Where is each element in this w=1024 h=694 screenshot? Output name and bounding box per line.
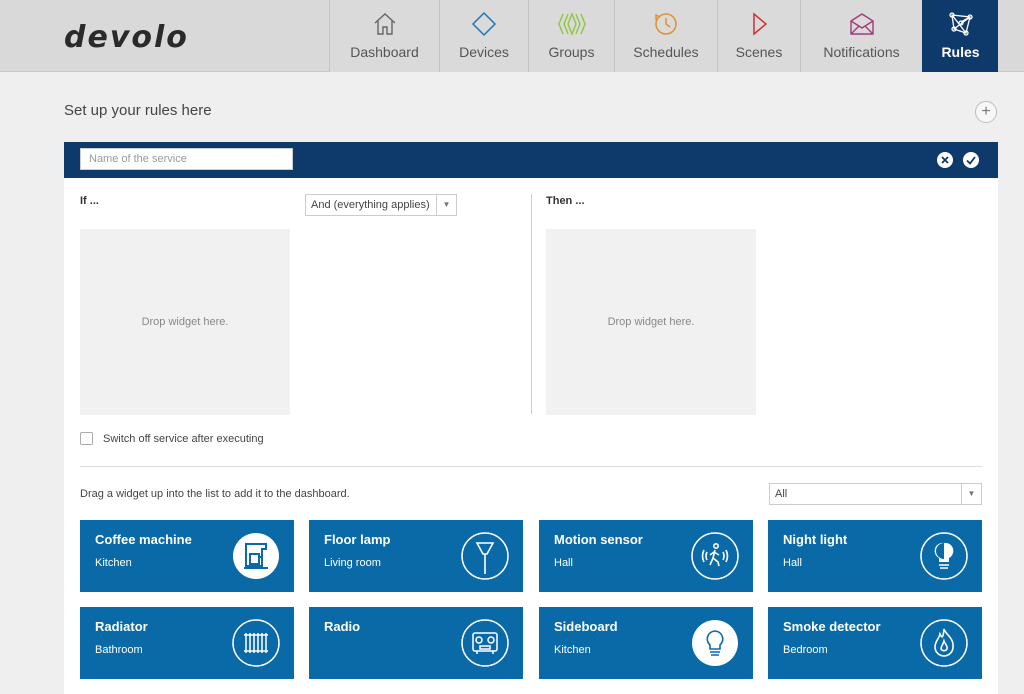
chevron-down-icon: ▼ bbox=[436, 195, 456, 215]
widget-name: Floor lamp bbox=[324, 532, 391, 547]
coffee-machine-icon bbox=[233, 533, 279, 579]
logic-operator-select[interactable]: And (everything applies) ▼ bbox=[305, 194, 457, 216]
rule-editor-panel: If ... And (everything applies) ▼ Drop w… bbox=[64, 142, 998, 694]
confirm-button[interactable] bbox=[963, 152, 979, 168]
page-title: Set up your rules here bbox=[64, 102, 212, 119]
widget-sideboard[interactable]: Sideboard Kitchen bbox=[539, 607, 753, 679]
widget-radio[interactable]: Radio bbox=[309, 607, 523, 679]
widget-motion-sensor[interactable]: Motion sensor Hall bbox=[539, 520, 753, 592]
tab-scenes[interactable]: Scenes bbox=[717, 0, 800, 72]
widget-radiator[interactable]: Radiator Bathroom bbox=[80, 607, 294, 679]
network-icon bbox=[947, 10, 975, 38]
radiator-icon bbox=[232, 619, 280, 667]
tab-label: Devices bbox=[459, 44, 509, 60]
widget-floor-lamp[interactable]: Floor lamp Living room bbox=[309, 520, 523, 592]
lightbulb-icon bbox=[692, 620, 738, 666]
widget-room: Hall bbox=[554, 557, 573, 569]
tab-label: Scenes bbox=[735, 44, 783, 60]
widget-name: Radiator bbox=[95, 619, 148, 634]
top-header: devolo Dashboard Devices Groups Schedule… bbox=[0, 0, 1024, 72]
tab-groups[interactable]: Groups bbox=[528, 0, 614, 72]
switch-off-checkbox[interactable] bbox=[80, 432, 93, 445]
widget-room: Hall bbox=[783, 557, 802, 569]
widget-smoke-detector[interactable]: Smoke detector Bedroom bbox=[768, 607, 982, 679]
drag-hint-text: Drag a widget up into the list to add it… bbox=[80, 488, 350, 500]
drop-zone-text: Drop widget here. bbox=[607, 316, 695, 328]
widget-room: Kitchen bbox=[95, 557, 132, 569]
service-name-input[interactable] bbox=[80, 148, 293, 170]
clock-icon bbox=[652, 10, 680, 38]
motion-sensor-icon bbox=[691, 532, 739, 580]
tab-schedules[interactable]: Schedules bbox=[614, 0, 717, 72]
widget-name: Radio bbox=[324, 619, 361, 634]
tab-label: Rules bbox=[941, 44, 980, 60]
widget-coffee-machine[interactable]: Coffee machine Kitchen bbox=[80, 520, 294, 592]
tab-rules[interactable]: Rules bbox=[922, 0, 998, 72]
radio-icon bbox=[461, 619, 509, 667]
flame-icon bbox=[920, 619, 968, 667]
play-icon bbox=[745, 10, 773, 38]
devolo-logo: devolo bbox=[64, 20, 189, 55]
cancel-button[interactable] bbox=[937, 152, 953, 168]
rule-header-bar bbox=[64, 142, 998, 178]
tab-devices[interactable]: Devices bbox=[439, 0, 528, 72]
tab-dashboard[interactable]: Dashboard bbox=[329, 0, 439, 72]
diamond-icon bbox=[470, 10, 498, 38]
then-drop-zone[interactable]: Drop widget here. bbox=[546, 229, 756, 415]
widget-name: Sideboard bbox=[554, 619, 618, 634]
home-icon bbox=[371, 10, 399, 38]
widget-name: Night light bbox=[783, 532, 848, 547]
section-divider bbox=[80, 466, 982, 467]
tab-label: Groups bbox=[548, 44, 595, 60]
floor-lamp-icon bbox=[461, 532, 509, 580]
widget-room: Bedroom bbox=[783, 644, 828, 656]
drop-zone-text: Drop widget here. bbox=[141, 316, 229, 328]
tab-label: Dashboard bbox=[350, 44, 419, 60]
groups-icon bbox=[557, 10, 586, 38]
switch-off-label: Switch off service after executing bbox=[103, 433, 264, 445]
widget-name: Coffee machine bbox=[95, 532, 192, 547]
widget-room: Living room bbox=[324, 557, 381, 569]
checkmark-icon bbox=[966, 156, 976, 165]
widget-night-light[interactable]: Night light Hall bbox=[768, 520, 982, 592]
widget-room: Kitchen bbox=[554, 644, 591, 656]
column-divider bbox=[531, 194, 532, 414]
tab-notifications[interactable]: Notifications bbox=[800, 0, 922, 72]
widget-name: Motion sensor bbox=[554, 532, 643, 547]
logic-select-value: And (everything applies) bbox=[311, 199, 430, 211]
widget-room: Bathroom bbox=[95, 644, 143, 656]
then-label: Then ... bbox=[546, 195, 585, 207]
night-light-icon bbox=[920, 532, 968, 580]
widget-filter-select[interactable]: All ▼ bbox=[769, 483, 982, 505]
chevron-down-icon: ▼ bbox=[961, 484, 981, 504]
filter-select-value: All bbox=[775, 488, 788, 500]
envelope-icon bbox=[848, 10, 876, 38]
tab-label: Schedules bbox=[633, 44, 699, 60]
if-label: If ... bbox=[80, 195, 99, 207]
close-icon bbox=[941, 156, 949, 164]
widget-name: Smoke detector bbox=[783, 619, 881, 634]
add-rule-button[interactable]: + bbox=[975, 101, 997, 123]
if-drop-zone[interactable]: Drop widget here. bbox=[80, 229, 290, 415]
tab-label: Notifications bbox=[823, 44, 900, 60]
